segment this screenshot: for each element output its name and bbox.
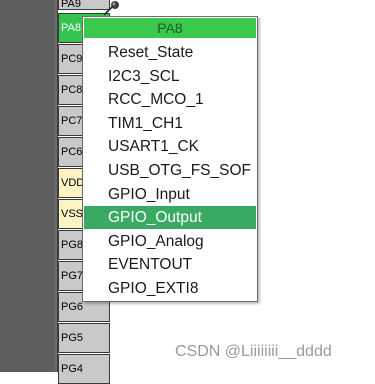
menu-item-rcc-mco-1[interactable]: RCC_MCO_1 (84, 88, 256, 111)
pin-pg5[interactable]: PG5 (58, 323, 110, 353)
menu-item-gpio-analog[interactable]: GPIO_Analog (84, 230, 256, 253)
menu-item-tim1-ch1[interactable]: TIM1_CH1 (84, 112, 256, 135)
pin-label: PC9 (61, 53, 83, 65)
menu-item-gpio-input[interactable]: GPIO_Input (84, 183, 256, 206)
pin-label: VDD (61, 177, 85, 189)
pin-label: PC6 (61, 146, 83, 158)
menu-item-gpio-output[interactable]: GPIO_Output (84, 206, 256, 230)
pin-label: PG5 (61, 332, 84, 344)
pin-label: PA9 (61, 0, 81, 10)
pin-label: PG6 (61, 301, 84, 313)
menu-item-gpio-exti8[interactable]: GPIO_EXTI8 (84, 277, 256, 300)
pin-label: PC7 (61, 115, 83, 127)
menu-title: PA8 (84, 18, 256, 38)
pin-label: VSS (61, 208, 84, 220)
pin-label: PA8 (61, 22, 81, 34)
menu-item-eventout[interactable]: EVENTOUT (84, 253, 256, 276)
pushpin-icon (103, 1, 119, 16)
pin-function-menu: PA8 Reset_State I2C3_SCL RCC_MCO_1 TIM1_CH1… (82, 16, 258, 302)
pin-label: PG4 (61, 363, 84, 375)
pin-label: PC8 (61, 84, 83, 96)
menu-item-i2c3-scl[interactable]: I2C3_SCL (84, 65, 256, 88)
menu-item-reset-state[interactable]: Reset_State (84, 41, 256, 64)
pin-pg4[interactable]: PG4 (58, 354, 110, 384)
pin-label: PG8 (61, 239, 84, 251)
watermark: CSDN @Liiiiiiii__dddd (175, 343, 332, 360)
pin-label: PG7 (61, 270, 84, 282)
menu-item-usart1-ck[interactable]: USART1_CK (84, 135, 256, 158)
menu-item-usb-otg-fs-sof[interactable]: USB_OTG_FS_SOF (84, 159, 256, 182)
chip-body (0, 0, 58, 372)
